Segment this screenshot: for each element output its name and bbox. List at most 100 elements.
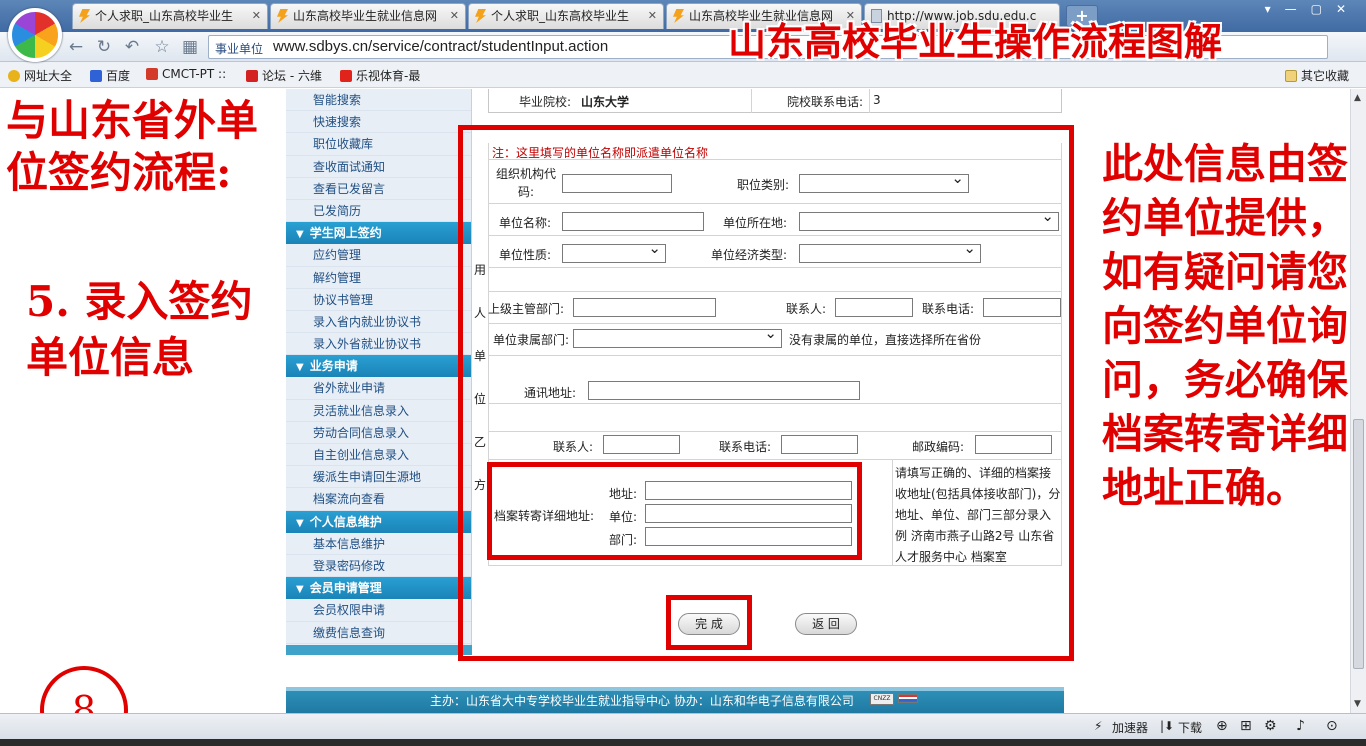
sidebar-item[interactable]: 自主创业信息录入 [286,444,471,467]
bookmark-label: 网址大全 [24,69,73,83]
vertical-scrollbar[interactable]: ▲ ▼ [1350,89,1366,713]
status-bar: ⚡ 加速器 | ⬇ 下载 ⊕ ⊞ ⚙ ♪ ⊙ [0,713,1366,739]
sidebar: 智能搜索 快速搜索 职位收藏库 查收面试通知 查看已发留言 已发简历 ▼ 学生网上… [286,89,472,649]
bolt-icon [673,9,684,23]
sidebar-item[interactable]: 查收面试通知 [286,156,471,178]
triangle-down-icon: ▼ [296,229,304,241]
sidebar-item[interactable]: 已发简历 [286,200,471,223]
school-label: 毕业院校: [519,95,572,109]
sidebar-group-header[interactable]: ▼ 会员申请管理 [286,577,471,600]
right-note: 此处信息由签约单位提供，如有疑问请您向签约单位询问，务必确保档案转寄详细地址正确… [1102,140,1348,512]
download-label[interactable]: 下载 [1178,719,1202,736]
paw-icon [90,70,102,82]
school-phone-value: 3 [873,93,881,107]
sidebar-item[interactable]: 会员权限申请 [286,599,471,622]
bookmark-bar: 网址大全 百度 CMCT-PT :: 论坛 - 六维 乐视体育-最 其它收藏 [0,62,1366,88]
sidebar-item[interactable]: 灵活就业信息录入 [286,400,471,422]
sound-icon[interactable]: ♪ [1296,718,1305,734]
sidebar-item[interactable]: 应约管理 [286,244,471,267]
site-footer: 主办：山东省大中专学校毕业生就业指导中心 协办：山东和华电子信息有限公司 CNZ… [286,687,1064,713]
sidebar-item[interactable]: 录入外省就业协议书 [286,333,471,356]
bolt-icon [79,9,90,23]
scroll-thumb[interactable] [1353,419,1364,669]
scroll-down-icon[interactable]: ▼ [1354,699,1361,709]
tab-label: 山东高校毕业生就业信息网 [293,9,438,23]
browser-tab-3[interactable]: 个人求职_山东高校毕业生 ✕ [468,3,664,29]
grid-icon[interactable]: ⊞ [1240,718,1252,734]
annotation-box-archive [487,462,862,560]
footer-text: 主办：山东省大中专学校毕业生就业指导中心 协办：山东和华电子信息有限公司 [430,694,854,708]
group-title: 学生网上签约 [309,226,382,241]
step-title: 5. 录入签约单位信息 [26,277,253,382]
add-icon[interactable]: ⊕ [1216,718,1228,734]
bookmark-item[interactable]: 乐视体育-最 [340,67,420,84]
sidebar-item[interactable]: 职位收藏库 [286,133,471,156]
sidebar-item[interactable]: 协议书管理 [286,289,471,311]
close-icon[interactable]: ✕ [648,4,657,28]
folder-icon [1285,70,1297,82]
tab-label: 个人求职_山东高校毕业生 [491,9,630,23]
scroll-up-icon[interactable]: ▲ [1354,93,1361,103]
star-icon[interactable]: ☆ [152,37,172,57]
triangle-down-icon: ▼ [296,362,304,374]
sidebar-item[interactable]: 档案流向查看 [286,488,471,511]
sidebar-item[interactable]: 查看已发留言 [286,178,471,200]
bookmark-item[interactable]: 网址大全 [8,67,72,84]
bookmark-item[interactable]: 论坛 - 六维 [246,67,322,84]
sidebar-group-header[interactable]: ▼ 个人信息维护 [286,510,471,533]
page-content: 智能搜索 快速搜索 职位收藏库 查收面试通知 查看已发留言 已发简历 ▼ 学生网上… [0,89,1350,713]
bookmark-label: 百度 [106,69,131,83]
sidebar-group-header[interactable]: ▼ 业务申请 [286,355,471,378]
group-title: 业务申请 [309,359,358,374]
download-icon[interactable]: ⬇ [1164,719,1174,733]
bolt-icon [277,9,288,23]
sidebar-item[interactable]: 基本信息维护 [286,533,471,555]
close-icon[interactable]: ✕ [252,4,261,28]
sidebar-item[interactable]: 快速搜索 [286,111,471,134]
bookmark-label: CMCT-PT :: [162,67,227,81]
close-icon[interactable]: ✕ [450,4,459,28]
flag-badge [898,694,918,703]
sidebar-item[interactable]: 智能搜索 [286,89,471,112]
sidebar-item[interactable]: 录入省内就业协议书 [286,311,471,334]
bookmark-label: 论坛 - 六维 [262,69,322,83]
zoom-icon[interactable]: ⊙ [1326,718,1338,734]
flow-title: 与山东省外单位签约流程: [6,96,259,197]
window-controls[interactable]: ▾—▢✕ [1265,2,1360,16]
sidebar-item[interactable]: 缴费信息查询 [286,622,471,644]
annotation-box-form [458,125,1074,661]
bookmark-item[interactable]: 百度 [90,67,130,84]
back-arrow-icon[interactable]: ← [66,37,86,57]
accelerator-icon[interactable]: ⚡ [1094,719,1102,733]
other-bookmarks[interactable]: 其它收藏 [1285,67,1349,84]
school-value: 山东大学 [581,95,630,109]
sidebar-item[interactable]: 缓派生申请回生源地 [286,466,471,489]
gear-icon[interactable]: ⚙ [1264,718,1277,734]
browser-logo[interactable] [8,8,62,62]
browser-tab-1[interactable]: 个人求职_山东高校毕业生 ✕ [72,3,268,29]
star-icon [8,70,20,82]
sidebar-item[interactable]: 劳动合同信息录入 [286,422,471,444]
bookmark-item[interactable]: CMCT-PT :: [146,67,226,81]
reload-icon[interactable]: ↻ [94,37,114,57]
url-text[interactable]: www.sdbys.cn/service/contract/studentInp… [273,38,608,55]
step-number-badge: 8 [40,666,128,713]
accelerator-label[interactable]: 加速器 [1112,719,1148,736]
group-title: 个人信息维护 [309,514,382,529]
annotation-box-submit [666,595,752,650]
triangle-down-icon: ▼ [296,584,304,596]
site-icon [146,68,158,80]
site-icon [340,70,352,82]
banner-title: 山东高校毕业生操作流程图解 [728,19,1223,64]
sidebar-item[interactable]: 解约管理 [286,267,471,289]
sidebar-item[interactable]: 省外就业申请 [286,377,471,400]
sidebar-group-header[interactable]: ▼ 学生网上签约 [286,222,471,245]
undo-icon[interactable]: ↶ [122,37,142,57]
address-label: 事业单位 [215,42,264,56]
grid-icon[interactable]: ▦ [180,37,200,57]
sidebar-item[interactable]: 登录密码修改 [286,555,471,578]
other-bookmarks-label: 其它收藏 [1301,69,1350,83]
cnzz-badge[interactable]: CNZZ [870,693,894,705]
browser-tab-2[interactable]: 山东高校毕业生就业信息网 ✕ [270,3,466,29]
site-icon [246,70,258,82]
